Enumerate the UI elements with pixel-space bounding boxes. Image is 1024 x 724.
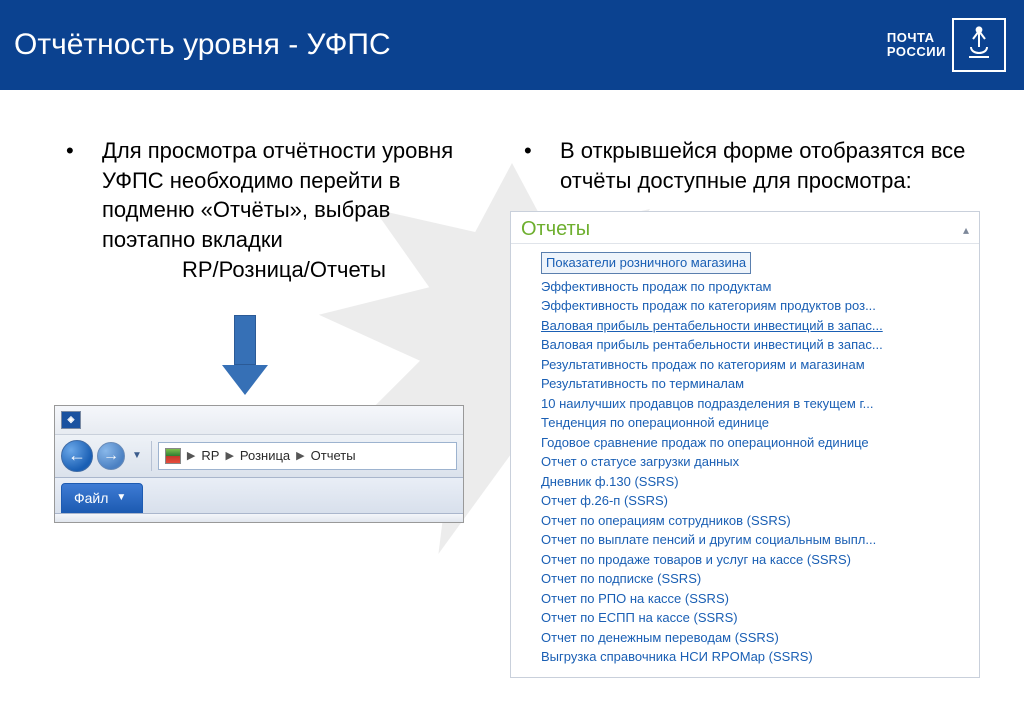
report-link[interactable]: Результативность по терминалам: [541, 374, 965, 394]
report-link[interactable]: Эффективность продаж по продуктам: [541, 277, 965, 297]
chevron-right-icon: ▶: [187, 449, 195, 462]
menu-path: RP/Розница/Отчеты: [52, 257, 472, 283]
logo: ПОЧТА РОССИИ: [887, 18, 1006, 72]
forward-button[interactable]: →: [97, 442, 125, 470]
report-link[interactable]: Выгрузка справочника НСИ RPOMap (SSRS): [541, 647, 965, 667]
nav-screenshot: ◈ ← → ▼ ▶ RP ▶ Розница ▶ Отчеты: [54, 405, 464, 523]
breadcrumb-root-icon: [165, 448, 181, 464]
down-arrow-icon: [222, 315, 268, 395]
chevron-right-icon: ▶: [296, 449, 304, 462]
chevron-down-icon: ▼: [116, 492, 126, 503]
collapse-icon[interactable]: ▴: [963, 223, 969, 237]
report-link[interactable]: Тенденция по операционной единице: [541, 413, 965, 433]
breadcrumb-item-1[interactable]: RP: [201, 448, 219, 463]
report-link[interactable]: Показатели розничного магазина: [541, 252, 751, 274]
report-link[interactable]: Отчет по денежным переводам (SSRS): [541, 628, 965, 648]
left-bullet-text: Для просмотра отчётности уровня УФПС нео…: [52, 136, 472, 255]
left-column: Для просмотра отчётности уровня УФПС нео…: [52, 136, 472, 678]
report-link[interactable]: Валовая прибыль рентабельности инвестици…: [541, 316, 965, 336]
report-link[interactable]: Отчет по РПО на кассе (SSRS): [541, 589, 965, 609]
report-link[interactable]: Эффективность продаж по категориям проду…: [541, 296, 965, 316]
app-icon: ◈: [61, 411, 81, 429]
file-tab[interactable]: Файл ▼: [61, 483, 143, 513]
report-link[interactable]: 10 наилучших продавцов подразделения в т…: [541, 394, 965, 414]
breadcrumb-item-2[interactable]: Розница: [240, 448, 290, 463]
chevron-right-icon: ▶: [225, 449, 233, 462]
report-link[interactable]: Отчет ф.26-п (SSRS): [541, 491, 965, 511]
report-link[interactable]: Результативность продаж по категориям и …: [541, 355, 965, 375]
reports-title: Отчеты: [521, 218, 590, 241]
report-link[interactable]: Отчет по продаже товаров и услуг на касс…: [541, 550, 965, 570]
report-link[interactable]: Отчет по выплате пенсий и другим социаль…: [541, 530, 965, 550]
logo-text: ПОЧТА РОССИИ: [887, 31, 946, 60]
report-link[interactable]: Отчет о статусе загрузки данных: [541, 452, 965, 472]
report-link[interactable]: Валовая прибыль рентабельности инвестици…: [541, 335, 965, 355]
breadcrumb-item-3[interactable]: Отчеты: [311, 448, 356, 463]
nav-history-dropdown[interactable]: ▼: [129, 450, 145, 461]
back-button[interactable]: ←: [61, 440, 93, 472]
reports-panel: Отчеты ▴ Показатели розничного магазина …: [510, 211, 980, 678]
breadcrumb[interactable]: ▶ RP ▶ Розница ▶ Отчеты: [158, 442, 457, 470]
header-bar: Отчётность уровня - УФПС ПОЧТА РОССИИ: [0, 0, 1024, 90]
page-title: Отчётность уровня - УФПС: [14, 28, 391, 62]
right-bullet-text: В открывшейся форме отобразятся все отчё…: [510, 136, 990, 195]
reports-list: Показатели розничного магазина Эффективн…: [511, 244, 979, 677]
right-column: В открывшейся форме отобразятся все отчё…: [510, 136, 990, 678]
logo-emblem-icon: [952, 18, 1006, 72]
report-link[interactable]: Отчет по подписке (SSRS): [541, 569, 965, 589]
report-link[interactable]: Дневник ф.130 (SSRS): [541, 472, 965, 492]
report-link[interactable]: Отчет по ЕСПП на кассе (SSRS): [541, 608, 965, 628]
report-link[interactable]: Отчет по операциям сотрудников (SSRS): [541, 511, 965, 531]
report-link[interactable]: Годовое сравнение продаж по операционной…: [541, 433, 965, 453]
